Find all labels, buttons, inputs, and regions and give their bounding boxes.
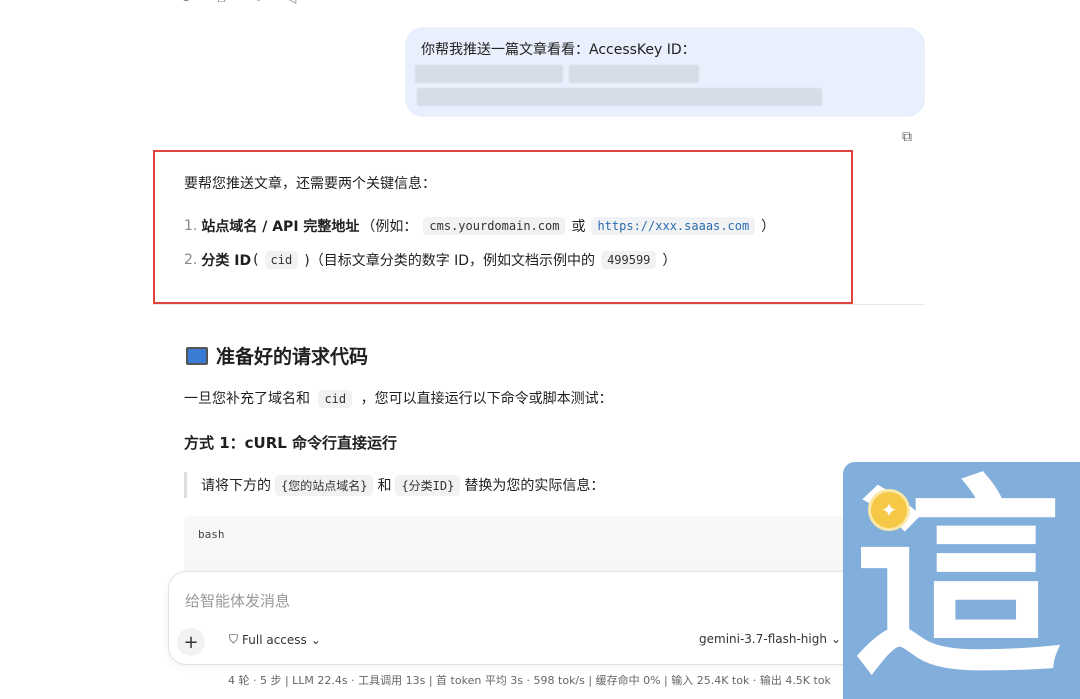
refresh-icon[interactable]: ↻ [180, 0, 192, 6]
shield-icon: ⛉ [229, 632, 239, 646]
section-heading: 准备好的请求代码 [186, 342, 368, 369]
status-bar: 4 轮 · 5 步 | LLM 22.4s · 工具调用 13s | 首 tok… [228, 674, 831, 687]
blockquote: 请将下方的 {您的站点域名} 和 {分类ID} 替换为您的实际信息： [184, 472, 604, 498]
add-attachment-button[interactable]: + [177, 628, 205, 656]
model-selector[interactable]: gemini-3.7-flash-high ⌄ [699, 632, 841, 646]
divider [153, 304, 925, 305]
user-message-text: 你帮我推送一篇文章看看：AccessKey ID： [421, 42, 696, 58]
method-heading: 方式 1：cURL 命令行直接运行 [184, 434, 398, 452]
message-composer: 给智能体发消息 + ⛉ Full access ⌄ gemini-3.7-fla… [168, 571, 933, 665]
code-block: bash [184, 516, 925, 576]
edit-icon[interactable]: ✎ [250, 0, 262, 6]
redacted-block [415, 65, 563, 83]
access-mode-button[interactable]: ⛉ Full access ⌄ [229, 632, 321, 647]
list-item: 1. 站点域名 / API 完整地址 （例如： cms.yourdomain.c… [184, 217, 776, 235]
assistant-intro: 要帮您推送文章，还需要两个关键信息： [184, 176, 436, 192]
sparkle-icon: ✦ [868, 489, 910, 531]
share-icon[interactable]: ◁ [285, 0, 296, 6]
section-paragraph: 一旦您补充了域名和 cid ，您可以直接运行以下命令或脚本测试： [184, 390, 613, 408]
copy-icon[interactable]: ⧉ [216, 0, 226, 6]
code-language-label: bash [198, 528, 225, 541]
example-link[interactable]: https://xxx.saaas.com [591, 217, 756, 235]
chevron-down-icon: ⌄ [830, 632, 842, 646]
watermark-logo: 這 ✦ [843, 462, 1080, 699]
copy-message-icon[interactable]: ⧉ [902, 129, 918, 145]
chevron-down-icon: ⌄ [310, 632, 321, 647]
user-message-bubble: 你帮我推送一篇文章看看：AccessKey ID： [405, 27, 925, 117]
message-actions: ↻ ⧉ ✎ ◁ [180, 0, 296, 6]
list-item: 2. 分类 ID ( cid )（目标文章分类的数字 ID，例如文档示例中的 4… [184, 251, 677, 269]
redacted-block [569, 65, 699, 83]
computer-icon [186, 346, 208, 365]
message-input[interactable]: 给智能体发消息 [185, 590, 290, 611]
redacted-block [417, 88, 822, 106]
